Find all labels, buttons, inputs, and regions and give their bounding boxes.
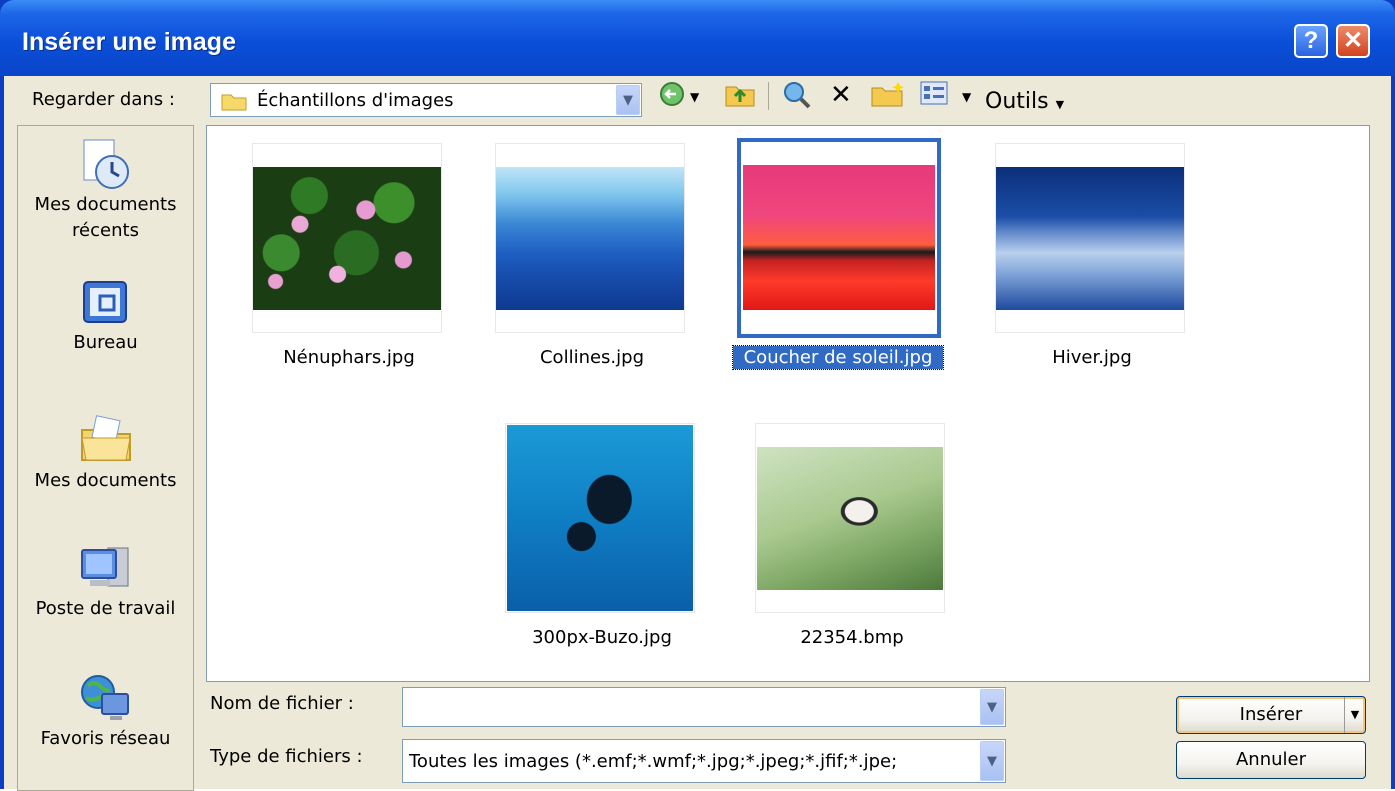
- look-in-dropdown[interactable]: Échantillons d'images ▼: [210, 83, 642, 117]
- views-icon[interactable]: [920, 80, 948, 115]
- file-thumbnail[interactable]: [755, 423, 945, 613]
- insert-button-label: Insérer: [1239, 704, 1303, 725]
- look-in-dropdown-arrow-icon[interactable]: ▼: [616, 85, 640, 115]
- filename-input[interactable]: ▼: [402, 687, 1006, 727]
- folder-icon: [221, 94, 247, 111]
- places-bar: Mes documents récents Bureau Mes documen…: [17, 125, 194, 791]
- place-network[interactable]: Favoris réseau: [18, 670, 193, 752]
- dialog-window: Insérer une image ? ✕ Regarder dans : Éc…: [0, 0, 1395, 791]
- filetype-label: Type de fichiers :: [210, 746, 363, 767]
- file-name: Hiver.jpg: [1052, 347, 1132, 368]
- insert-button[interactable]: Insérer ▼: [1176, 696, 1366, 734]
- desktop-icon: [82, 281, 127, 323]
- up-folder-icon[interactable]: [724, 80, 756, 117]
- place-label: Bureau: [73, 332, 138, 353]
- network-places-icon: [80, 675, 129, 720]
- filetype-dropdown[interactable]: Toutes les images (*.emf;*.wmf;*.jpg;*.j…: [402, 739, 1006, 783]
- thumbnail-image: [253, 167, 441, 310]
- filename-label: Nom de fichier :: [210, 693, 354, 714]
- thumbnail-image: [743, 165, 935, 310]
- filename-dropdown-arrow-icon[interactable]: ▼: [980, 689, 1004, 725]
- insert-options-arrow-icon[interactable]: ▼: [1344, 697, 1365, 733]
- place-my-documents[interactable]: Mes documents: [18, 412, 193, 494]
- title-bar[interactable]: Insérer une image ? ✕: [0, 0, 1395, 76]
- file-name-selected: Coucher de soleil.jpg: [732, 345, 944, 370]
- new-folder-icon[interactable]: [870, 80, 904, 117]
- thumbnail-image: [496, 167, 684, 310]
- tools-menu-arrow-icon: ▼: [1055, 98, 1065, 111]
- file-thumbnail[interactable]: [495, 143, 685, 333]
- my-computer-icon: [80, 547, 128, 587]
- dialog-body: Regarder dans : Échantillons d'images ▼ …: [4, 76, 1391, 791]
- close-button[interactable]: ✕: [1336, 24, 1370, 58]
- file-list-view[interactable]: Nénuphars.jpg Collines.jpg Coucher de so…: [206, 125, 1370, 682]
- look-in-label: Regarder dans :: [32, 89, 175, 110]
- file-name: Collines.jpg: [539, 347, 645, 368]
- views-dropdown-icon[interactable]: ▼: [962, 82, 971, 112]
- file-name: 22354.bmp: [800, 627, 904, 648]
- place-desktop[interactable]: Bureau: [18, 274, 193, 356]
- place-label: Mes documents: [34, 470, 177, 491]
- dialog-title: Insérer une image: [22, 28, 236, 56]
- tools-menu[interactable]: Outils ▼: [985, 89, 1064, 114]
- back-icon[interactable]: [658, 80, 686, 117]
- cancel-button[interactable]: Annuler: [1176, 741, 1366, 779]
- file-thumbnail[interactable]: [995, 143, 1185, 333]
- look-in-value: Échantillons d'images: [257, 90, 454, 111]
- tools-menu-label: Outils: [985, 89, 1049, 114]
- file-thumbnail[interactable]: [252, 143, 442, 333]
- file-thumbnail[interactable]: [505, 423, 695, 613]
- place-recent-documents[interactable]: Mes documents récents: [18, 136, 193, 244]
- place-label-secondary: récents: [72, 220, 139, 241]
- thumbnail-image: [996, 167, 1184, 310]
- file-name: Nénuphars.jpg: [283, 347, 415, 368]
- back-dropdown-icon[interactable]: ▼: [690, 82, 699, 112]
- filetype-value: Toutes les images (*.emf;*.wmf;*.jpg;*.j…: [409, 751, 898, 772]
- thumbnail-image: [757, 447, 943, 590]
- search-web-icon[interactable]: [782, 80, 812, 119]
- recent-documents-icon: [83, 139, 129, 189]
- place-label: Poste de travail: [35, 598, 176, 619]
- place-my-computer[interactable]: Poste de travail: [18, 540, 193, 622]
- place-label: Mes documents: [34, 194, 177, 215]
- toolbar-separator: [768, 82, 769, 110]
- file-thumbnail-selected[interactable]: [737, 138, 941, 338]
- cancel-button-label: Annuler: [1235, 749, 1306, 770]
- my-documents-icon: [80, 415, 131, 461]
- thumbnail-image: [507, 425, 693, 611]
- file-name: 300px-Buzo.jpg: [532, 627, 672, 648]
- place-label: Favoris réseau: [40, 728, 171, 749]
- help-button[interactable]: ?: [1294, 24, 1328, 58]
- delete-icon[interactable]: ✕: [830, 80, 852, 110]
- filetype-dropdown-arrow-icon[interactable]: ▼: [980, 741, 1004, 781]
